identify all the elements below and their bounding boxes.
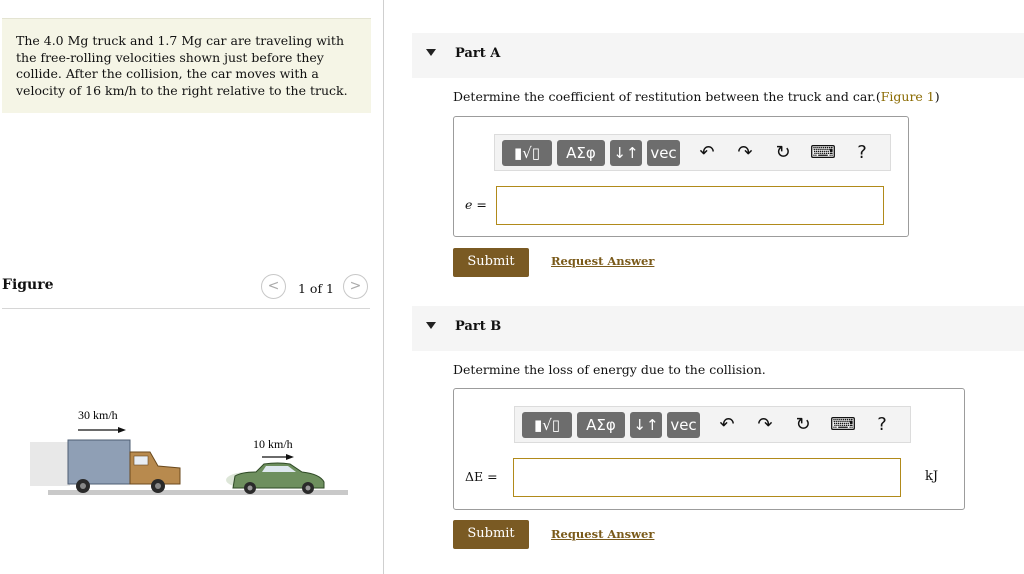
redo-icon[interactable]: ↷ <box>733 141 757 165</box>
car-icon <box>232 462 325 494</box>
figure-title: Figure <box>2 277 54 293</box>
truck-velocity-arrow <box>78 427 126 433</box>
undo-icon[interactable]: ↶ <box>715 413 739 437</box>
car-velocity-label: 10 km/h <box>253 437 293 451</box>
figure-header: Figure < 1 of 1 > <box>2 272 370 309</box>
problem-line: velocity of 16 km/h to the right relativ… <box>16 82 348 98</box>
part-a-answer-box: ▮√▯ ΑΣφ ↓↑ vec ↶ ↷ ↻ ⌨ ? e = <box>453 116 909 237</box>
part-b-answer-box: ▮√▯ ΑΣφ ↓↑ vec ↶ ↷ ↻ ⌨ ? ΔE = kJ <box>453 388 965 510</box>
next-figure-button[interactable]: > <box>343 274 368 299</box>
part-b-submit-button[interactable]: Submit <box>453 520 529 549</box>
part-b-header[interactable]: Part B <box>412 306 1024 351</box>
truck-velocity-label: 30 km/h <box>78 408 118 422</box>
part-a-header[interactable]: Part A <box>412 33 1024 78</box>
figure-pager-label: 1 of 1 <box>298 281 335 296</box>
math-toolbar: ▮√▯ ΑΣφ ↓↑ vec ↶ ↷ ↻ ⌨ ? <box>494 134 891 171</box>
previous-figure-button[interactable]: < <box>261 274 286 299</box>
part-a-variable-label: e = <box>465 197 487 212</box>
subscript-superscript-button[interactable]: ↓↑ <box>610 140 642 166</box>
part-b-unit-label: kJ <box>925 469 939 484</box>
part-a-submit-button[interactable]: Submit <box>453 248 529 277</box>
vector-button[interactable]: vec <box>667 412 700 438</box>
part-a-question-end: ) <box>934 89 940 104</box>
undo-icon[interactable]: ↶ <box>695 141 719 165</box>
keyboard-icon[interactable]: ⌨ <box>830 413 856 437</box>
problem-line: The 4.0 Mg truck and 1.7 Mg car are trav… <box>16 33 344 48</box>
part-b-request-answer-link[interactable]: Request Answer <box>551 527 654 541</box>
templates-button[interactable]: ▮√▯ <box>502 140 552 166</box>
collapse-caret-icon[interactable] <box>426 322 436 329</box>
subscript-superscript-button[interactable]: ↓↑ <box>630 412 662 438</box>
reset-icon[interactable]: ↻ <box>791 413 815 437</box>
help-icon[interactable]: ? <box>850 141 874 165</box>
left-panel: The 4.0 Mg truck and 1.7 Mg car are trav… <box>0 0 384 574</box>
truck-icon <box>67 439 181 493</box>
vector-button[interactable]: vec <box>647 140 680 166</box>
help-icon[interactable]: ? <box>870 413 894 437</box>
part-a-question: Determine the coefficient of restitution… <box>453 89 940 104</box>
part-a-answer-input[interactable] <box>496 186 884 225</box>
part-b-question: Determine the loss of energy due to the … <box>453 362 766 377</box>
greek-symbols-button[interactable]: ΑΣφ <box>557 140 605 166</box>
figure-link[interactable]: Figure 1 <box>881 89 935 104</box>
math-toolbar: ▮√▯ ΑΣφ ↓↑ vec ↶ ↷ ↻ ⌨ ? <box>514 406 911 443</box>
redo-icon[interactable]: ↷ <box>753 413 777 437</box>
reset-icon[interactable]: ↻ <box>771 141 795 165</box>
part-b-answer-input[interactable] <box>513 458 901 497</box>
part-a-request-answer-link[interactable]: Request Answer <box>551 254 654 268</box>
part-b-title: Part B <box>455 319 502 334</box>
part-a-title: Part A <box>455 46 501 61</box>
motion-blur <box>30 442 70 486</box>
problem-statement: The 4.0 Mg truck and 1.7 Mg car are trav… <box>2 18 371 113</box>
part-a-question-text: Determine the coefficient of restitution… <box>453 89 881 104</box>
problem-line: the free-rolling velocities shown just b… <box>16 49 324 65</box>
templates-button[interactable]: ▮√▯ <box>522 412 572 438</box>
problem-line: collide. After the collision, the car mo… <box>16 66 319 82</box>
car-velocity-arrow <box>262 454 294 460</box>
part-b-variable-label: ΔE = <box>465 469 498 484</box>
collapse-caret-icon[interactable] <box>426 49 436 56</box>
greek-symbols-button[interactable]: ΑΣφ <box>577 412 625 438</box>
figure-illustration: 30 km/h 10 km/h <box>30 408 348 495</box>
keyboard-icon[interactable]: ⌨ <box>810 141 836 165</box>
